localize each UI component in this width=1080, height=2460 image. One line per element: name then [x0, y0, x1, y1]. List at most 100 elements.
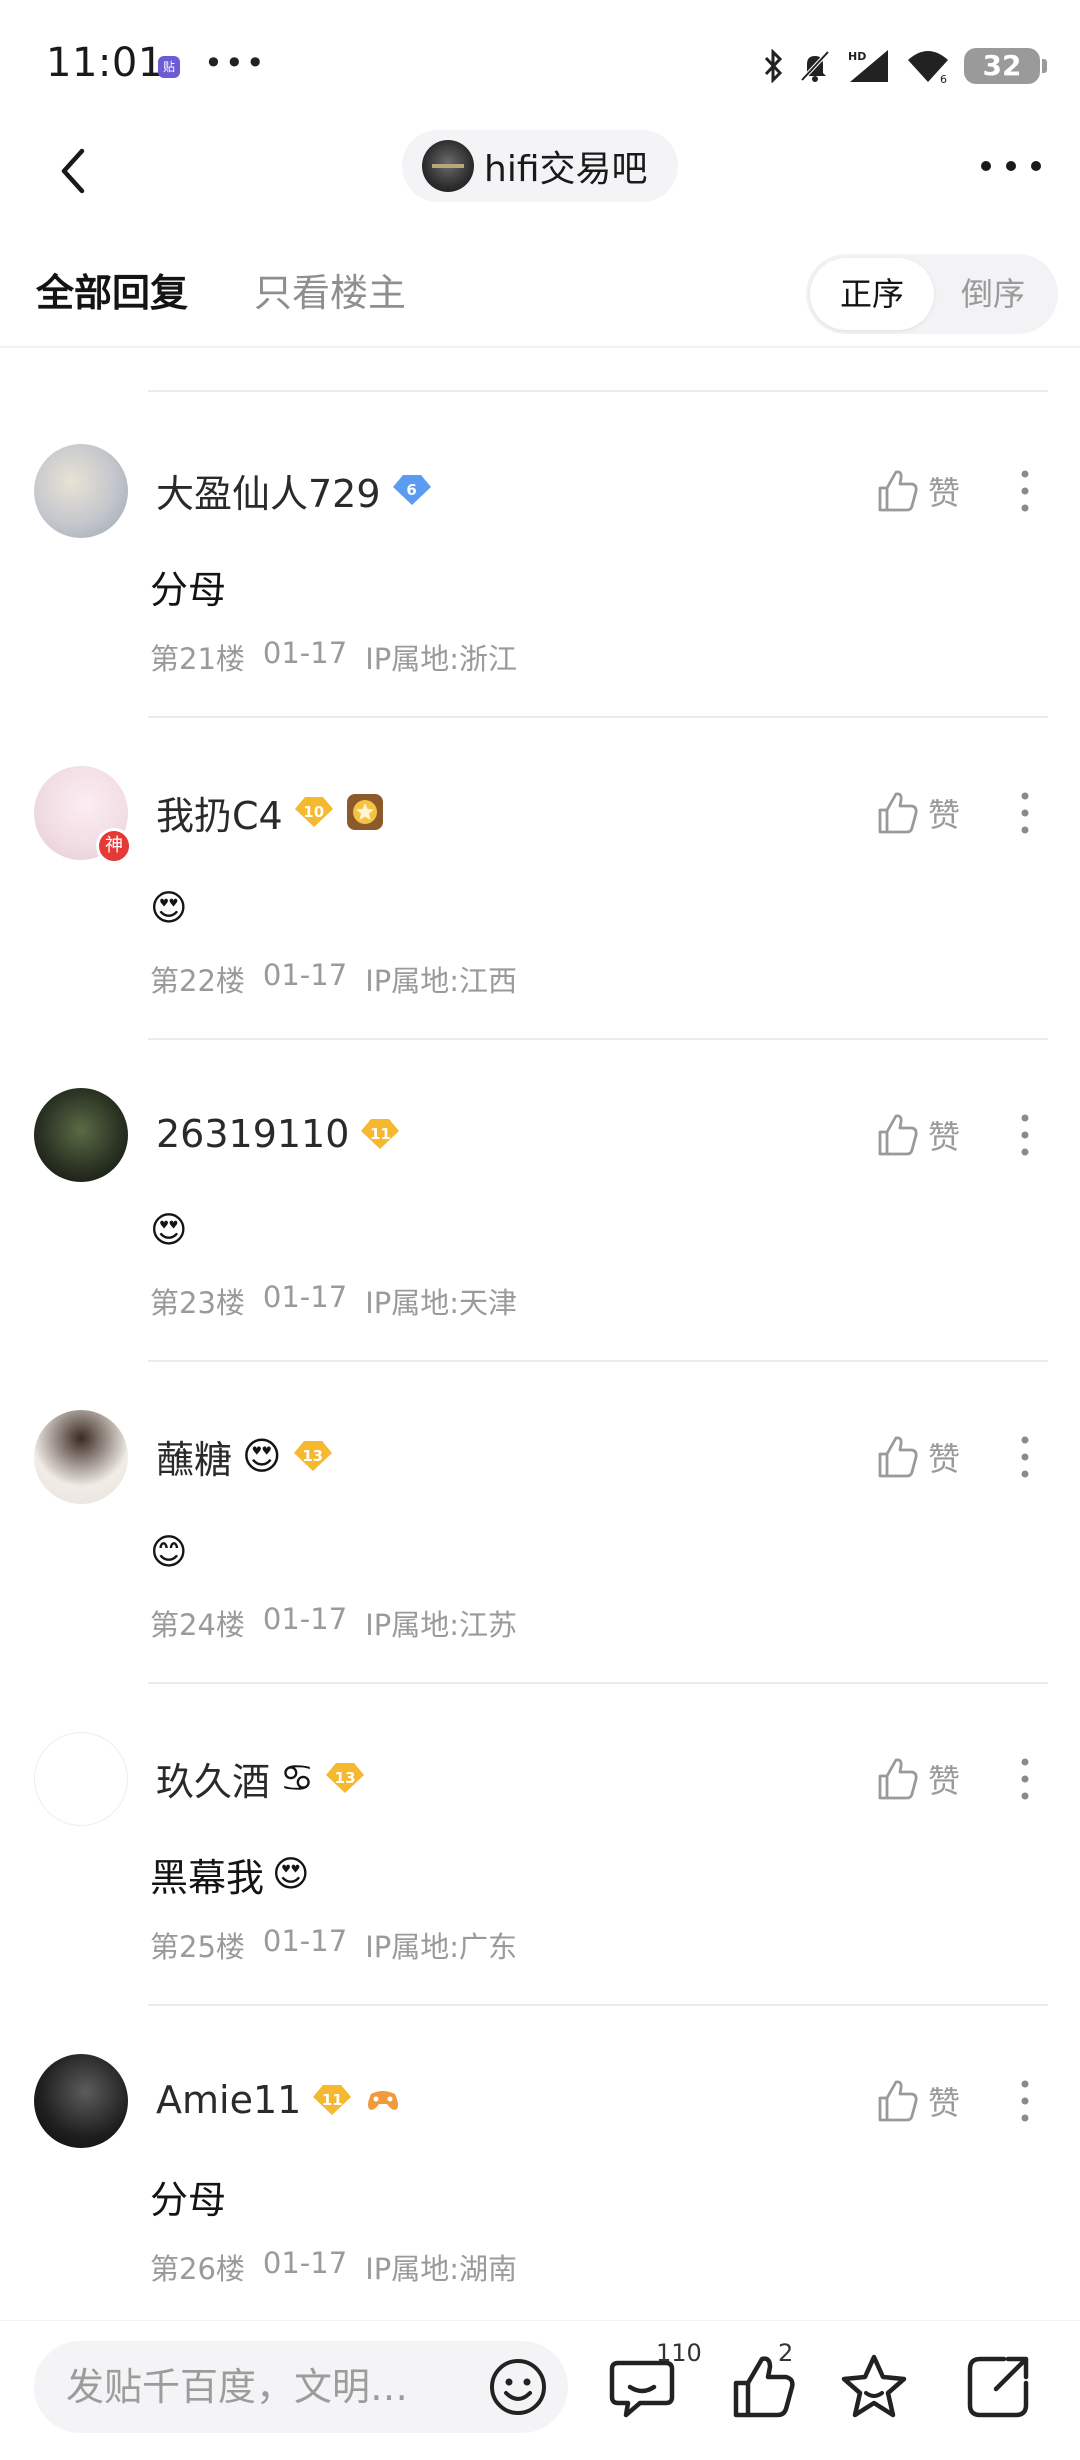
honor-badge-icon — [346, 794, 383, 830]
status-icons: HD 6 32 — [762, 46, 1047, 86]
sort-ascending-button[interactable]: 正序 — [810, 258, 934, 330]
level-number: 6 — [406, 481, 417, 499]
like-button[interactable]: 赞 — [876, 2074, 960, 2128]
ip-location: IP属地:江苏 — [365, 1608, 517, 1642]
user-avatar[interactable]: 神 — [34, 766, 132, 864]
post-more-icon[interactable] — [1010, 786, 1040, 840]
divider — [148, 1360, 1048, 1362]
post-content: 😊 — [150, 1524, 188, 1580]
forum-chip[interactable]: hifi交易吧 — [402, 130, 678, 202]
post-meta: 第22楼 01-17 IP属地:江西 — [150, 958, 517, 1000]
like-label: 赞 — [928, 1118, 961, 1156]
post-text: 😍 — [150, 1209, 188, 1251]
post-text: 分母 — [150, 2177, 227, 2222]
like-label: 赞 — [928, 474, 961, 512]
username[interactable]: 大盈仙人729 — [156, 463, 381, 518]
like-count: 2 — [778, 2339, 794, 2367]
post-more-icon[interactable] — [1010, 1108, 1040, 1162]
ip-location: IP属地:江西 — [365, 964, 517, 998]
username[interactable]: 我扔C4 — [156, 785, 283, 840]
floor-number: 第22楼 — [150, 964, 245, 998]
post-item[interactable]: 神我扔C4 10 赞 😍 第22楼 01-17 IP属地:江西 — [0, 720, 1080, 1042]
user-name-row: 蘸糖 😍 13 — [156, 1426, 334, 1486]
more-options-icon[interactable] — [976, 144, 1046, 188]
post-item[interactable]: 大盈仙人729 6 赞分母第21楼 01-17 IP属地:浙江 — [0, 398, 1080, 720]
post-item[interactable]: Amie11 11 赞分母 第26楼 01-17 IP属地:湖南 — [0, 2008, 1080, 2330]
post-more-icon[interactable] — [1010, 1430, 1040, 1484]
user-avatar[interactable] — [34, 1732, 128, 1826]
thumb-up-icon — [878, 470, 918, 512]
like-button[interactable]: 赞 — [876, 1108, 960, 1162]
floor-number: 第21楼 — [150, 642, 245, 676]
name-emoji: ♋ — [280, 1756, 315, 1800]
svg-text:HD: HD — [848, 50, 866, 63]
forum-avatar — [422, 140, 474, 192]
post-emoji: 😍 — [272, 1853, 310, 1895]
user-avatar[interactable] — [34, 1088, 128, 1182]
user-avatar[interactable] — [34, 444, 128, 538]
tieba-notification-icon: 贴 — [158, 56, 180, 78]
post-text: 😍 — [150, 887, 188, 929]
post-more-icon[interactable] — [1010, 1752, 1040, 1806]
ip-location: IP属地:天津 — [365, 1286, 517, 1320]
level-badge: 10 — [293, 795, 335, 829]
thumb-up-icon — [878, 792, 918, 834]
favorite-star-icon[interactable] — [832, 2345, 916, 2429]
post-content: 😍 — [150, 1202, 188, 1258]
game-controller-badge-icon — [368, 2091, 399, 2110]
post-item[interactable]: 蘸糖 😍 13 赞 😊 第24楼 01-17 IP属地:江苏 — [0, 1364, 1080, 1686]
floor-number: 第23楼 — [150, 1286, 245, 1320]
reply-input[interactable]: 发贴千百度，文明… — [34, 2341, 568, 2433]
thumb-up-icon — [878, 2080, 918, 2122]
post-date: 01-17 — [262, 1924, 348, 1958]
divider — [148, 716, 1048, 718]
divider — [148, 1038, 1048, 1040]
post-meta: 第21楼 01-17 IP属地:浙江 — [150, 636, 517, 678]
sort-descending-button[interactable]: 倒序 — [934, 258, 1052, 330]
emoji-icon[interactable] — [488, 2357, 548, 2417]
share-icon[interactable] — [956, 2345, 1040, 2429]
user-name-row: 我扔C4 10 — [156, 782, 385, 842]
name-emoji: 😍 — [242, 1434, 282, 1478]
post-meta: 第26楼 01-17 IP属地:湖南 — [150, 2246, 517, 2288]
post-item[interactable]: 26319110 11 赞 😍 第23楼 01-17 IP属地:天津 — [0, 1042, 1080, 1364]
like-label: 赞 — [928, 796, 961, 834]
thumb-up-icon — [878, 1436, 918, 1478]
back-button[interactable] — [40, 135, 110, 205]
like-button[interactable]: 赞 — [876, 786, 960, 840]
divider — [148, 2004, 1048, 2006]
post-more-icon[interactable] — [1010, 464, 1040, 518]
floor-number: 第24楼 — [150, 1608, 245, 1642]
ip-location: IP属地:浙江 — [365, 642, 517, 676]
username[interactable]: 蘸糖 — [156, 1429, 232, 1484]
floor-number: 第25楼 — [150, 1930, 245, 1964]
post-meta: 第25楼 01-17 IP属地:广东 — [150, 1924, 517, 1966]
post-text: 分母 — [150, 567, 227, 612]
like-button[interactable]: 赞 — [876, 1752, 960, 1806]
user-avatar[interactable] — [34, 2054, 128, 2148]
username[interactable]: 26319110 — [156, 1112, 349, 1156]
level-badge: 11 — [359, 1117, 401, 1151]
like-button[interactable]: 赞 — [876, 464, 960, 518]
wifi-icon: 6 — [908, 51, 948, 84]
bluetooth-icon — [764, 49, 783, 83]
sort-toggle: 正序 倒序 — [806, 254, 1058, 334]
header: hifi交易吧 — [0, 130, 1080, 240]
more-notifications-icon: ••• — [204, 44, 267, 82]
battery-indicator: 32 — [964, 48, 1047, 84]
level-number: 13 — [334, 1769, 356, 1787]
like-thumb-icon[interactable] — [722, 2345, 806, 2429]
post-date: 01-17 — [262, 958, 348, 992]
tab-owner-only[interactable]: 只看楼主 — [254, 262, 406, 317]
username[interactable]: 玖久酒 — [156, 1751, 270, 1806]
level-badge: 13 — [292, 1439, 334, 1473]
user-avatar[interactable] — [34, 1410, 128, 1504]
post-content: 分母 — [150, 558, 226, 614]
like-button[interactable]: 赞 — [876, 1430, 960, 1484]
username[interactable]: Amie11 — [156, 2078, 301, 2122]
post-content: 黑幕我 😍 — [150, 1846, 310, 1902]
post-item[interactable]: 玖久酒 ♋ 13 赞黑幕我 😍 第25楼 01-17 IP属地:广东 — [0, 1686, 1080, 2008]
post-more-icon[interactable] — [1010, 2074, 1040, 2128]
mute-bell-icon — [800, 50, 830, 82]
tab-all-replies[interactable]: 全部回复 — [36, 262, 188, 317]
